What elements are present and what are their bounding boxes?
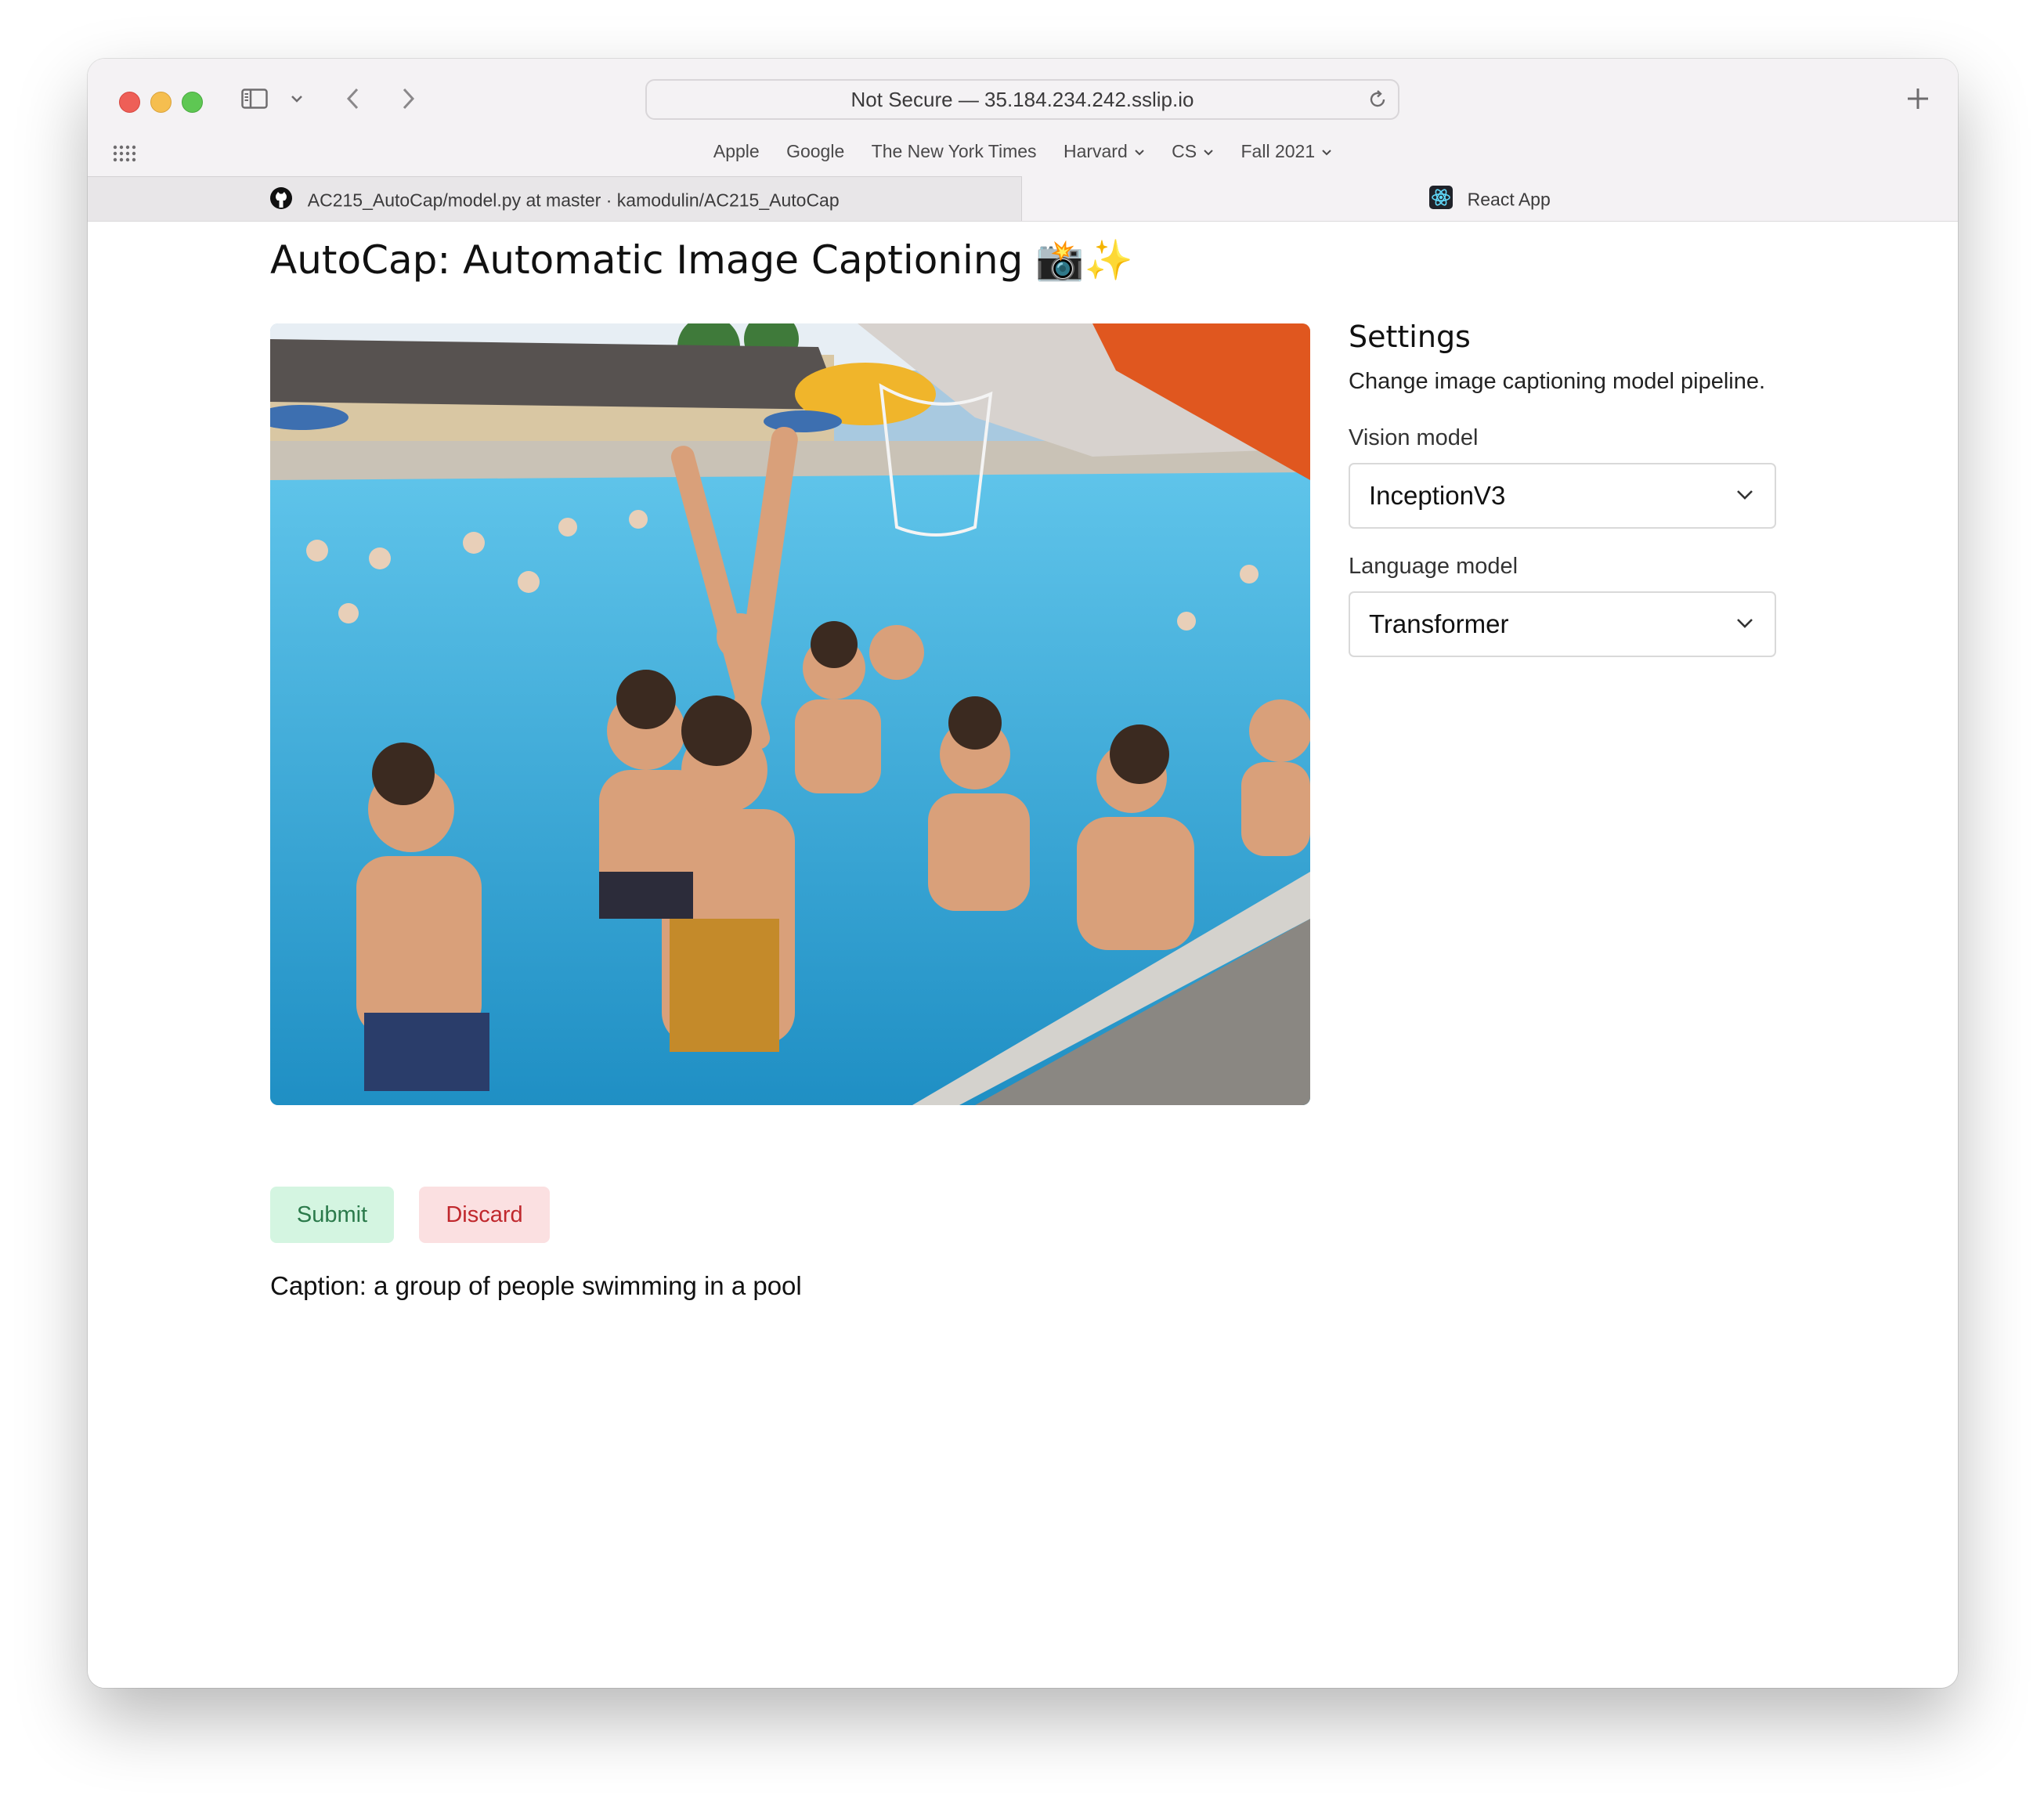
forward-icon[interactable] [399, 87, 417, 110]
chevron-down-icon [1737, 490, 1753, 500]
settings-description: Change image captioning model pipeline. [1349, 369, 1766, 394]
page-title: AutoCap: Automatic Image Captioning 📸✨ [270, 237, 1133, 283]
browser-window: Not Secure — 35.184.234.242.sslip.io App… [88, 59, 1958, 1688]
tab-react-app[interactable]: React App [1022, 176, 1958, 221]
language-model-select[interactable]: Transformer [1349, 591, 1776, 657]
uploaded-photo [270, 323, 1310, 1105]
bookmark-apple[interactable]: Apple [713, 141, 760, 162]
address-bar[interactable]: Not Secure — 35.184.234.242.sslip.io [645, 79, 1399, 120]
chevron-down-icon [1204, 150, 1213, 156]
bookmark-folder-cs[interactable]: CS [1172, 141, 1214, 162]
chevron-down-icon [1135, 150, 1144, 156]
vision-model-label: Vision model [1349, 425, 1479, 450]
bookmark-folder-harvard[interactable]: Harvard [1064, 141, 1145, 162]
address-text: Not Secure — 35.184.234.242.sslip.io [850, 88, 1194, 111]
tab-github-model[interactable]: AC215_AutoCap/model.py at master · kamod… [88, 176, 1022, 221]
chevron-down-icon [1737, 619, 1753, 628]
caption-text: Caption: a group of people swimming in a… [270, 1271, 802, 1300]
vision-model-value: InceptionV3 [1369, 481, 1506, 510]
bookmarks-bar: Apple Google The New York Times Harvard … [88, 141, 1958, 164]
discard-button[interactable]: Discard [419, 1187, 550, 1243]
vision-model-select[interactable]: InceptionV3 [1349, 463, 1776, 529]
language-model-value: Transformer [1369, 609, 1509, 638]
minimize-window-button[interactable] [150, 92, 172, 113]
zoom-window-button[interactable] [182, 92, 203, 113]
github-icon [270, 186, 293, 209]
new-tab-icon[interactable] [1905, 85, 1931, 112]
react-icon [1429, 185, 1454, 209]
tab-bar: AC215_AutoCap/model.py at master · kamod… [88, 176, 1958, 222]
pool-photo-illustration [270, 323, 1310, 1105]
bookmark-folder-fall-2021[interactable]: Fall 2021 [1241, 141, 1333, 162]
chevron-down-icon[interactable] [290, 93, 304, 104]
bookmark-nytimes[interactable]: The New York Times [872, 141, 1037, 162]
browser-toolbar: Not Secure — 35.184.234.242.sslip.io App… [88, 59, 1958, 176]
page-content: AutoCap: Automatic Image Captioning 📸✨ S… [88, 222, 1958, 1688]
reload-icon[interactable] [1367, 89, 1389, 110]
sidebar-icon[interactable] [241, 89, 268, 109]
submit-button[interactable]: Submit [270, 1187, 394, 1243]
bookmark-google[interactable]: Google [786, 141, 844, 162]
close-window-button[interactable] [119, 92, 140, 113]
back-icon[interactable] [345, 87, 362, 110]
language-model-label: Language model [1349, 554, 1519, 579]
settings-title: Settings [1349, 320, 1471, 354]
chevron-down-icon [1322, 150, 1331, 156]
